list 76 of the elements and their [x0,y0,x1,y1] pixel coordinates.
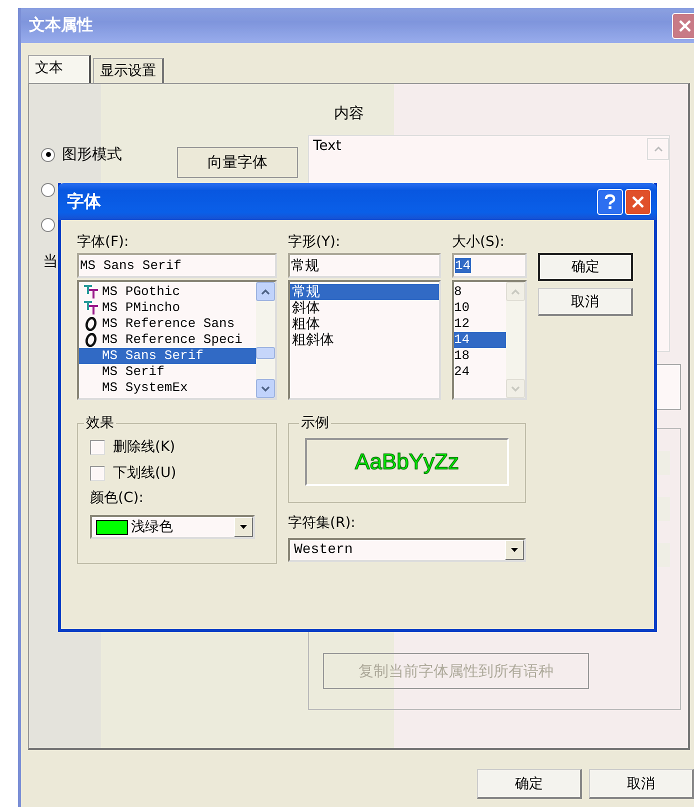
scroll-up-button[interactable] [647,138,669,160]
font-size-value: 14 [455,258,471,273]
checkbox-label: 删除线(K) [113,438,176,456]
truetype-icon [82,285,98,299]
font-size-field[interactable]: 14 [452,253,527,278]
font-list-item[interactable]: MS PMincho [79,300,256,316]
checkbox[interactable] [90,466,105,480]
size-list-item[interactable]: 14 [454,332,506,348]
size-list-item[interactable]: 12 [454,316,506,332]
scroll-down-button[interactable] [256,379,275,398]
color-value: 浅绿色 [131,518,174,536]
font-list-item[interactable]: MS Sans Serif [79,348,256,364]
font-name-field[interactable]: MS Sans Serif [77,253,277,278]
cancel-button[interactable]: 取消 [589,769,694,799]
font-style-field[interactable]: 常规 [288,253,441,278]
style-label: 字形(Y): [288,234,342,252]
font-name-value: MS Sans Serif [80,258,182,273]
ok-button[interactable]: 确定 [538,253,633,281]
font-style-value: 常规 [291,256,319,274]
scroll-thumb[interactable] [256,347,275,359]
group-title: 示例 [300,414,330,432]
close-icon [631,194,645,208]
size-list-item[interactable]: 8 [454,284,506,300]
style-list-item[interactable]: 粗斜体 [290,332,439,348]
style-list-item[interactable]: 斜体 [290,300,439,316]
help-button[interactable] [597,188,623,214]
charset-label: 字符集(R): [288,515,356,533]
truetype-icon [82,301,98,315]
sample-text: AaBbYyZz [355,449,459,475]
help-icon [603,194,617,210]
checkbox[interactable] [90,440,105,454]
style-list-item[interactable]: 粗体 [290,316,439,332]
close-button[interactable] [672,12,694,38]
tab[interactable]: 文本 [28,55,91,83]
size-list-item[interactable]: 24 [454,364,506,380]
caret-icon [511,288,520,294]
tab[interactable]: 显示设置 [93,58,164,83]
size-list-item[interactable]: 18 [454,348,506,364]
size-label: 大小(S): [452,234,506,252]
opentype-icon [84,333,98,347]
font-list-item[interactable]: MS Reference Speci [79,332,256,348]
window-title: 文本属性 [29,15,93,36]
cancel-button[interactable]: 取消 [538,288,633,316]
ok-button[interactable]: 确定 [477,769,582,799]
scroll-up-button[interactable] [256,282,275,301]
color-label: 颜色(C): [90,490,144,508]
close-button[interactable] [625,188,651,214]
caret-icon [511,548,518,552]
field-label: 当 [43,252,58,271]
content-label: 内容 [334,104,365,123]
caret-icon [240,525,247,529]
vector-font-button[interactable]: 向量字体 [177,147,298,178]
radio-button[interactable] [41,182,55,196]
charset-dropdown[interactable]: Western [288,538,526,562]
charset-value: Western [294,542,354,558]
close-icon [678,18,692,32]
caret-icon [511,386,520,392]
group-title: 效果 [85,414,115,432]
caret-icon [261,288,270,294]
radio-label: 图形模式 [62,145,122,164]
font-list-item[interactable]: MS Reference Sans [79,316,256,332]
radio-button[interactable] [41,218,55,232]
opentype-icon [84,317,98,331]
color-dropdown[interactable]: 浅绿色 [90,515,255,539]
dialog-title: 字体 [67,191,102,213]
font-list-item[interactable]: MS PGothic [79,284,256,300]
font-list-item[interactable]: MS Serif [79,364,256,380]
caret-icon [654,146,662,152]
font-list-item[interactable]: MS SystemEx [79,380,256,396]
checkbox-label: 下划线(U) [113,464,176,482]
caret-icon [261,386,270,392]
style-list-item[interactable]: 常规 [290,284,439,300]
content-text: Text [313,138,342,154]
radio-button[interactable] [41,148,55,162]
font-label: 字体(F): [77,234,130,252]
size-list-item[interactable]: 10 [454,300,506,316]
